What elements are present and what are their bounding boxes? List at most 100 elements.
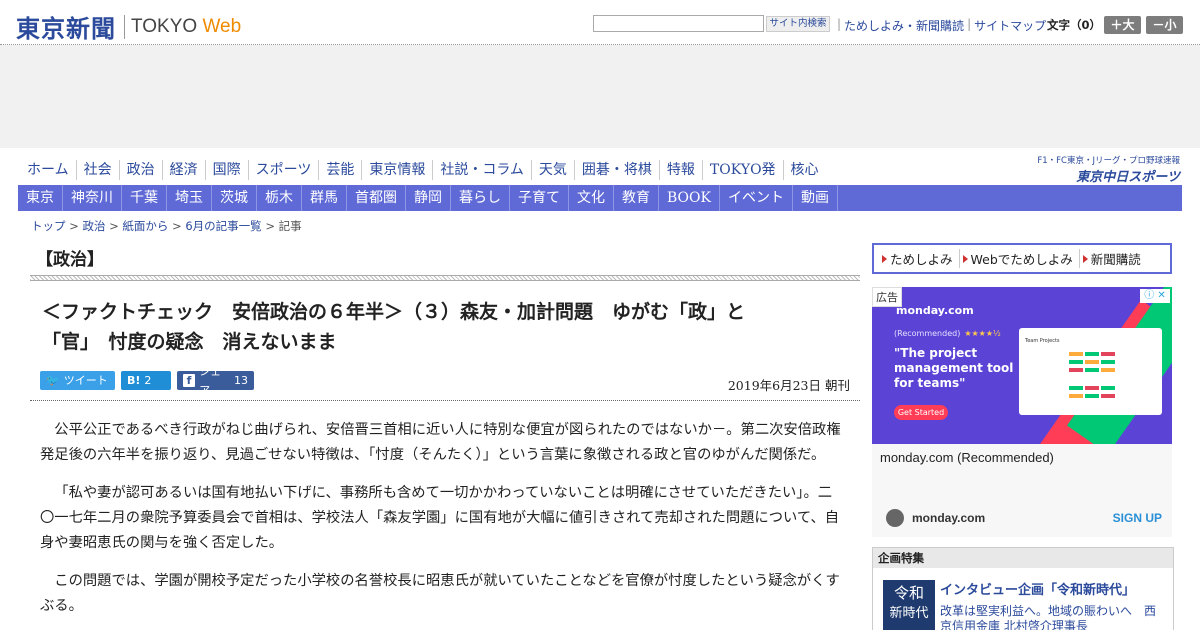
subnav-item[interactable]: 茨城 [212,185,257,211]
nav-kakushin[interactable]: 核心 [782,160,826,180]
ad-cell [1069,386,1083,390]
hatena-count: 2 [144,374,152,387]
subnav-item[interactable]: BOOK [659,185,720,211]
breadcrumb-politics[interactable]: 政治 [82,219,105,233]
font-increase-button[interactable]: ＋大 [1104,16,1141,34]
regional-nav: 東京 神奈川 千葉 埼玉 茨城 栃木 群馬 首都圏 静岡 暮らし 子育て 文化 … [18,185,1182,211]
subnav-item[interactable]: イベント [720,185,793,211]
subnav-item[interactable]: 首都圏 [347,185,406,211]
chunichi-tagline: F1・FC東京・Jリーグ・プロ野球速報 [1037,156,1180,166]
ad-close-icon[interactable]: ⓘ ✕ [1140,289,1170,303]
facebook-icon: f [183,374,196,387]
chunichi-sports-banner[interactable]: F1・FC東京・Jリーグ・プロ野球速報 東京中日スポーツ [1026,154,1180,185]
ad-get-started-button[interactable]: Get Started [894,405,948,420]
article-divider [30,400,860,401]
article-headline: ＜ファクトチェック 安倍政治の６年半＞（３）森友・加計問題 ゆがむ「政」と 「官… [42,297,832,357]
nav-home[interactable]: ホーム [20,160,76,180]
sidebar-ad[interactable]: 広告 ⓘ ✕ monday.com (Recommended) ★★★★½ "Th… [872,287,1172,537]
article-paragraph: この問題では、学園が開校予定だった小学校の名誉校長に昭恵氏が就いていたことなどを… [40,573,840,614]
article-paragraph: 「私や妻が認可あるいは国有地払い下げに、事務所も含めて一切かかわっていないことは… [40,485,840,551]
ad-recommended: (Recommended) ★★★★½ [894,329,1001,338]
header-link-divider: | [837,17,842,31]
link-web-trial[interactable]: Webでためしよみ [960,249,1080,268]
breadcrumb: トップ > 政治 > 紙面から > 6月の記事一覧 > 記事 [31,219,302,233]
ad-cell [1085,386,1099,390]
feature-thumbnail[interactable]: 令和 新時代 [883,580,935,630]
ad-image[interactable]: 広告 ⓘ ✕ monday.com (Recommended) ★★★★½ "Th… [872,287,1172,444]
subnav-item[interactable]: 栃木 [257,185,302,211]
logo-en: TOKYO Web [131,16,241,38]
logo-divider [124,14,125,39]
link-label: 新聞購読 [1090,252,1141,267]
search-button[interactable]: サイト内検索 [766,16,830,32]
link-label: ためしよみ [890,252,953,267]
article-date: 2019年6月23日 朝刊 [727,378,850,393]
site-header: 東京新聞 TOKYO Web サイト内検索 | ためしよみ・新聞購読 | サイト… [0,0,1200,46]
subnav-item[interactable]: 文化 [569,185,614,211]
ad-advertiser-name[interactable]: monday.com (Recommended) [880,450,1054,465]
subnav-item[interactable]: 静岡 [406,185,451,211]
facebook-share-button[interactable]: f シェア 13 [177,365,254,397]
breadcrumb-current: 記事 [278,219,302,233]
ad-cell [1069,352,1083,356]
nav-weather[interactable]: 天気 [530,160,574,180]
site-logo[interactable]: 東京新聞 TOKYO Web [16,9,241,44]
logo-en-web: Web [202,15,242,37]
ad-cell [1069,360,1083,364]
subnav-item[interactable]: 埼玉 [167,185,212,211]
nav-society[interactable]: 社会 [75,160,119,180]
hatch-divider [30,275,860,281]
subnav-item[interactable]: 暮らし [451,185,510,211]
headline-line-1: ＜ファクトチェック 安倍政治の６年半＞（３）森友・加計問題 ゆがむ「政」と [42,301,746,323]
subnav-item[interactable]: 子育て [510,185,569,211]
ad-quote: "The project management tool for teams" [894,346,1014,390]
subnav-item[interactable]: 群馬 [302,185,347,211]
nav-editorial[interactable]: 社説・コラム [432,160,531,180]
nav-economy[interactable]: 経済 [161,160,205,180]
tweet-label: ツイート [63,374,108,387]
font-size-label: 文字（0） [1047,18,1102,32]
ad-cell [1101,368,1115,372]
nav-special[interactable]: 特報 [658,160,702,180]
breadcrumb-june[interactable]: 6月の記事一覧 [185,219,261,233]
feature-subtitle[interactable]: 改革は堅実利益へ。地域の賑わいへ 西京信用金庫 北村啓介理事長 [940,604,1165,630]
breadcrumb-top[interactable]: トップ [31,219,66,233]
nav-sports[interactable]: スポーツ [247,160,319,180]
header-link-divider: | [967,17,972,31]
nav-tokyo-hatsu[interactable]: TOKYO発 [701,160,783,180]
link-subscribe[interactable]: ためしよみ・新聞購読 [844,17,964,34]
nav-tokyo-info[interactable]: 東京情報 [361,160,432,180]
link-trial-read[interactable]: ためしよみ [879,249,960,268]
nav-entertainment[interactable]: 芸能 [318,160,361,180]
nav-go-shogi[interactable]: 囲碁・将棋 [573,160,659,180]
hatena-icon: B! [127,374,141,387]
nav-politics[interactable]: 政治 [118,160,162,180]
ad-signup-button[interactable]: SIGN UP [1113,511,1162,525]
link-subscription[interactable]: 新聞購読 [1080,249,1147,268]
link-sitemap[interactable]: サイトマップ [974,17,1046,34]
ad-cell [1085,352,1099,356]
search-input[interactable] [593,15,764,32]
ad-cell [1101,394,1115,398]
chunichi-logo: 東京中日スポーツ [1076,170,1180,185]
feature-box: 企画特集 令和 新時代 インタビュー企画「令和新時代」 改革は堅実利益へ。地域の… [872,547,1174,630]
subnav-item[interactable]: 千葉 [122,185,167,211]
hatena-button[interactable]: B! 2 [121,371,171,390]
font-decrease-button[interactable]: －小 [1146,16,1183,34]
header-links: | ためしよみ・新聞購読 | サイトマップ | [834,17,1056,34]
breadcrumb-paper[interactable]: 紙面から [122,219,168,233]
feature-title[interactable]: インタビュー企画「令和新時代」 [940,579,1135,598]
subnav-item[interactable]: 東京 [18,185,63,211]
trial-subscription-bar: ためしよみ Webでためしよみ 新聞購読 [872,243,1172,274]
arrow-right-icon [882,254,887,263]
subnav-item[interactable]: 神奈川 [63,185,122,211]
share-count: 13 [234,374,248,387]
tweet-button[interactable]: 🐦 ツイート [40,371,115,390]
ad-cell [1101,386,1115,390]
subnav-item[interactable]: 動画 [793,185,838,211]
article-body: 公平公正であるべき行政がねじ曲げられ、安倍晋三首相に近い人に特別な便宜が図られた… [40,418,842,630]
share-label: シェア [199,364,222,397]
subnav-item[interactable]: 教育 [614,185,659,211]
nav-world[interactable]: 国際 [204,160,248,180]
ad-cell [1085,368,1099,372]
